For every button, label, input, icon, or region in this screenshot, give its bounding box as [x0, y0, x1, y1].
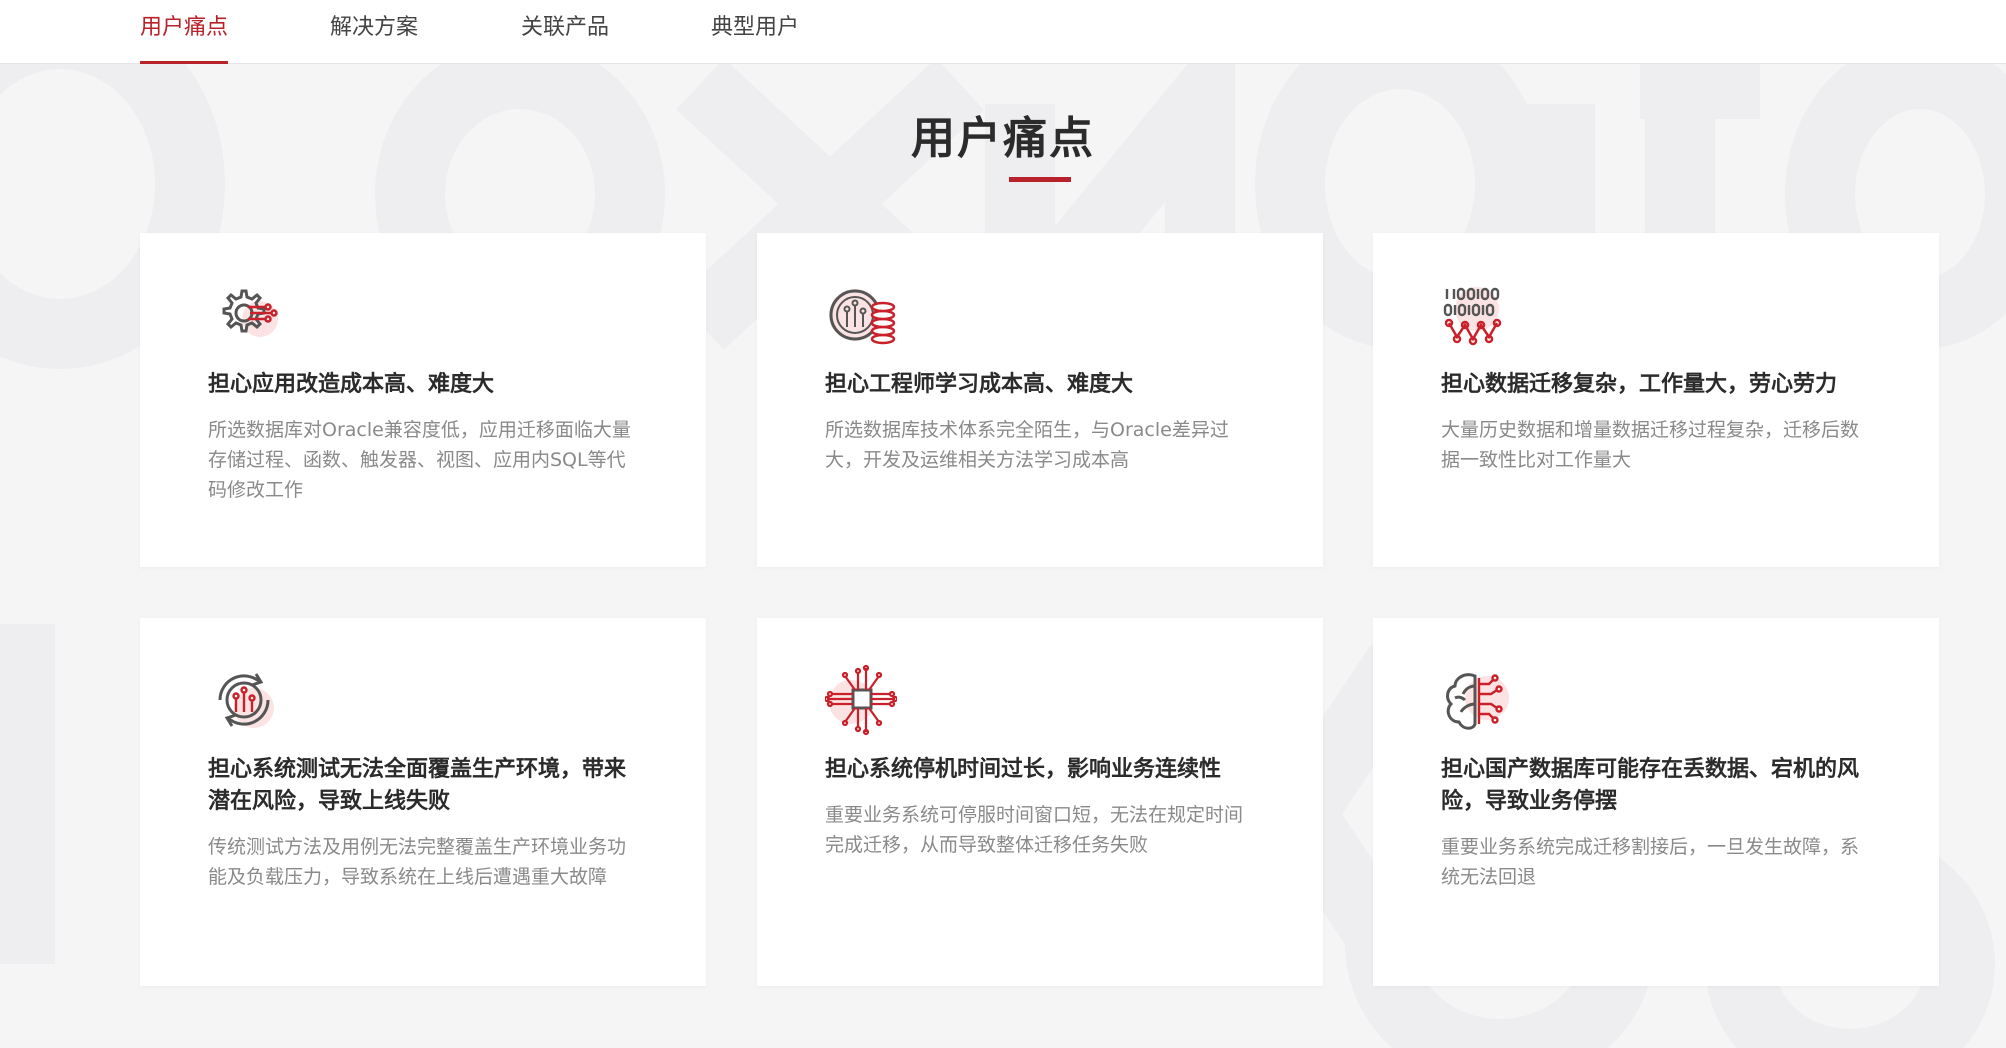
tab-user-pain-points[interactable]: 用户痛点	[140, 0, 229, 64]
card-title: 担心系统测试无法全面覆盖生产环境，带来潜在风险，导致上线失败	[208, 757, 627, 814]
card-description: 所选数据库技术体系完全陌生，与Oracle差异过大，开发及运维相关方法学习成本高	[825, 419, 1229, 471]
card-description: 重要业务系统可停服时间窗口短，无法在规定时间完成迁移，从而导致整体迁移任务失败	[825, 804, 1244, 856]
gear-circuit-icon	[222, 289, 278, 337]
tab-related-products[interactable]: 关联产品	[521, 0, 609, 64]
tab-solutions[interactable]: 解决方案	[330, 0, 418, 64]
card-description: 重要业务系统完成迁移割接后，一旦发生故障，系统无法回退	[1441, 836, 1860, 888]
card-description: 传统测试方法及用例无法完整覆盖生产环境业务功能及负载压力，导致系统在上线后遭遇重…	[208, 836, 627, 888]
pain-point-card: 担心工程师学习成本高、难度大 所选数据库技术体系完全陌生，与Oracle差异过大…	[757, 233, 1323, 567]
refresh-circuit-icon	[218, 673, 274, 728]
card-title: 担心国产数据库可能存在丢数据、宕机的风险，导致业务停摆	[1441, 757, 1860, 814]
card-title: 担心数据迁移复杂，工作量大，劳心劳力	[1441, 372, 1838, 397]
card-title: 担心工程师学习成本高、难度大	[825, 372, 1134, 397]
tab-typical-users[interactable]: 典型用户	[711, 0, 799, 64]
pain-point-card: 担心国产数据库可能存在丢数据、宕机的风险，导致业务停摆 重要业务系统完成迁移割接…	[1373, 618, 1939, 986]
top-tab-bar: 用户痛点 解决方案 关联产品 典型用户	[0, 0, 2006, 64]
card-title: 担心系统停机时间过长，影响业务连续性	[825, 757, 1222, 782]
pain-point-card: 担心系统停机时间过长，影响业务连续性 重要业务系统可停服时间窗口短，无法在规定时…	[757, 618, 1323, 986]
card-title: 担心应用改造成本高、难度大	[208, 372, 495, 397]
chip-circuit-icon	[825, 664, 897, 736]
circuit-database-icon	[829, 289, 896, 345]
card-description: 大量历史数据和增量数据迁移过程复杂，迁移后数据一致性比对工作量大	[1441, 419, 1860, 471]
brain-circuit-icon	[1446, 673, 1509, 730]
binary-data-icon	[1443, 287, 1502, 346]
pain-point-card: 担心应用改造成本高、难度大 所选数据库对Oracle兼容度低，应用迁移面临大量存…	[140, 233, 706, 567]
title-underline	[1009, 177, 1071, 182]
pain-point-card: 担心数据迁移复杂，工作量大，劳心劳力 大量历史数据和增量数据迁移过程复杂，迁移后…	[1373, 233, 1939, 567]
section-title: 用户痛点	[911, 113, 1095, 164]
pain-point-card: 担心系统测试无法全面覆盖生产环境，带来潜在风险，导致上线失败 传统测试方法及用例…	[140, 618, 706, 986]
card-description: 所选数据库对Oracle兼容度低，应用迁移面临大量存储过程、函数、触发器、视图、…	[208, 419, 631, 501]
